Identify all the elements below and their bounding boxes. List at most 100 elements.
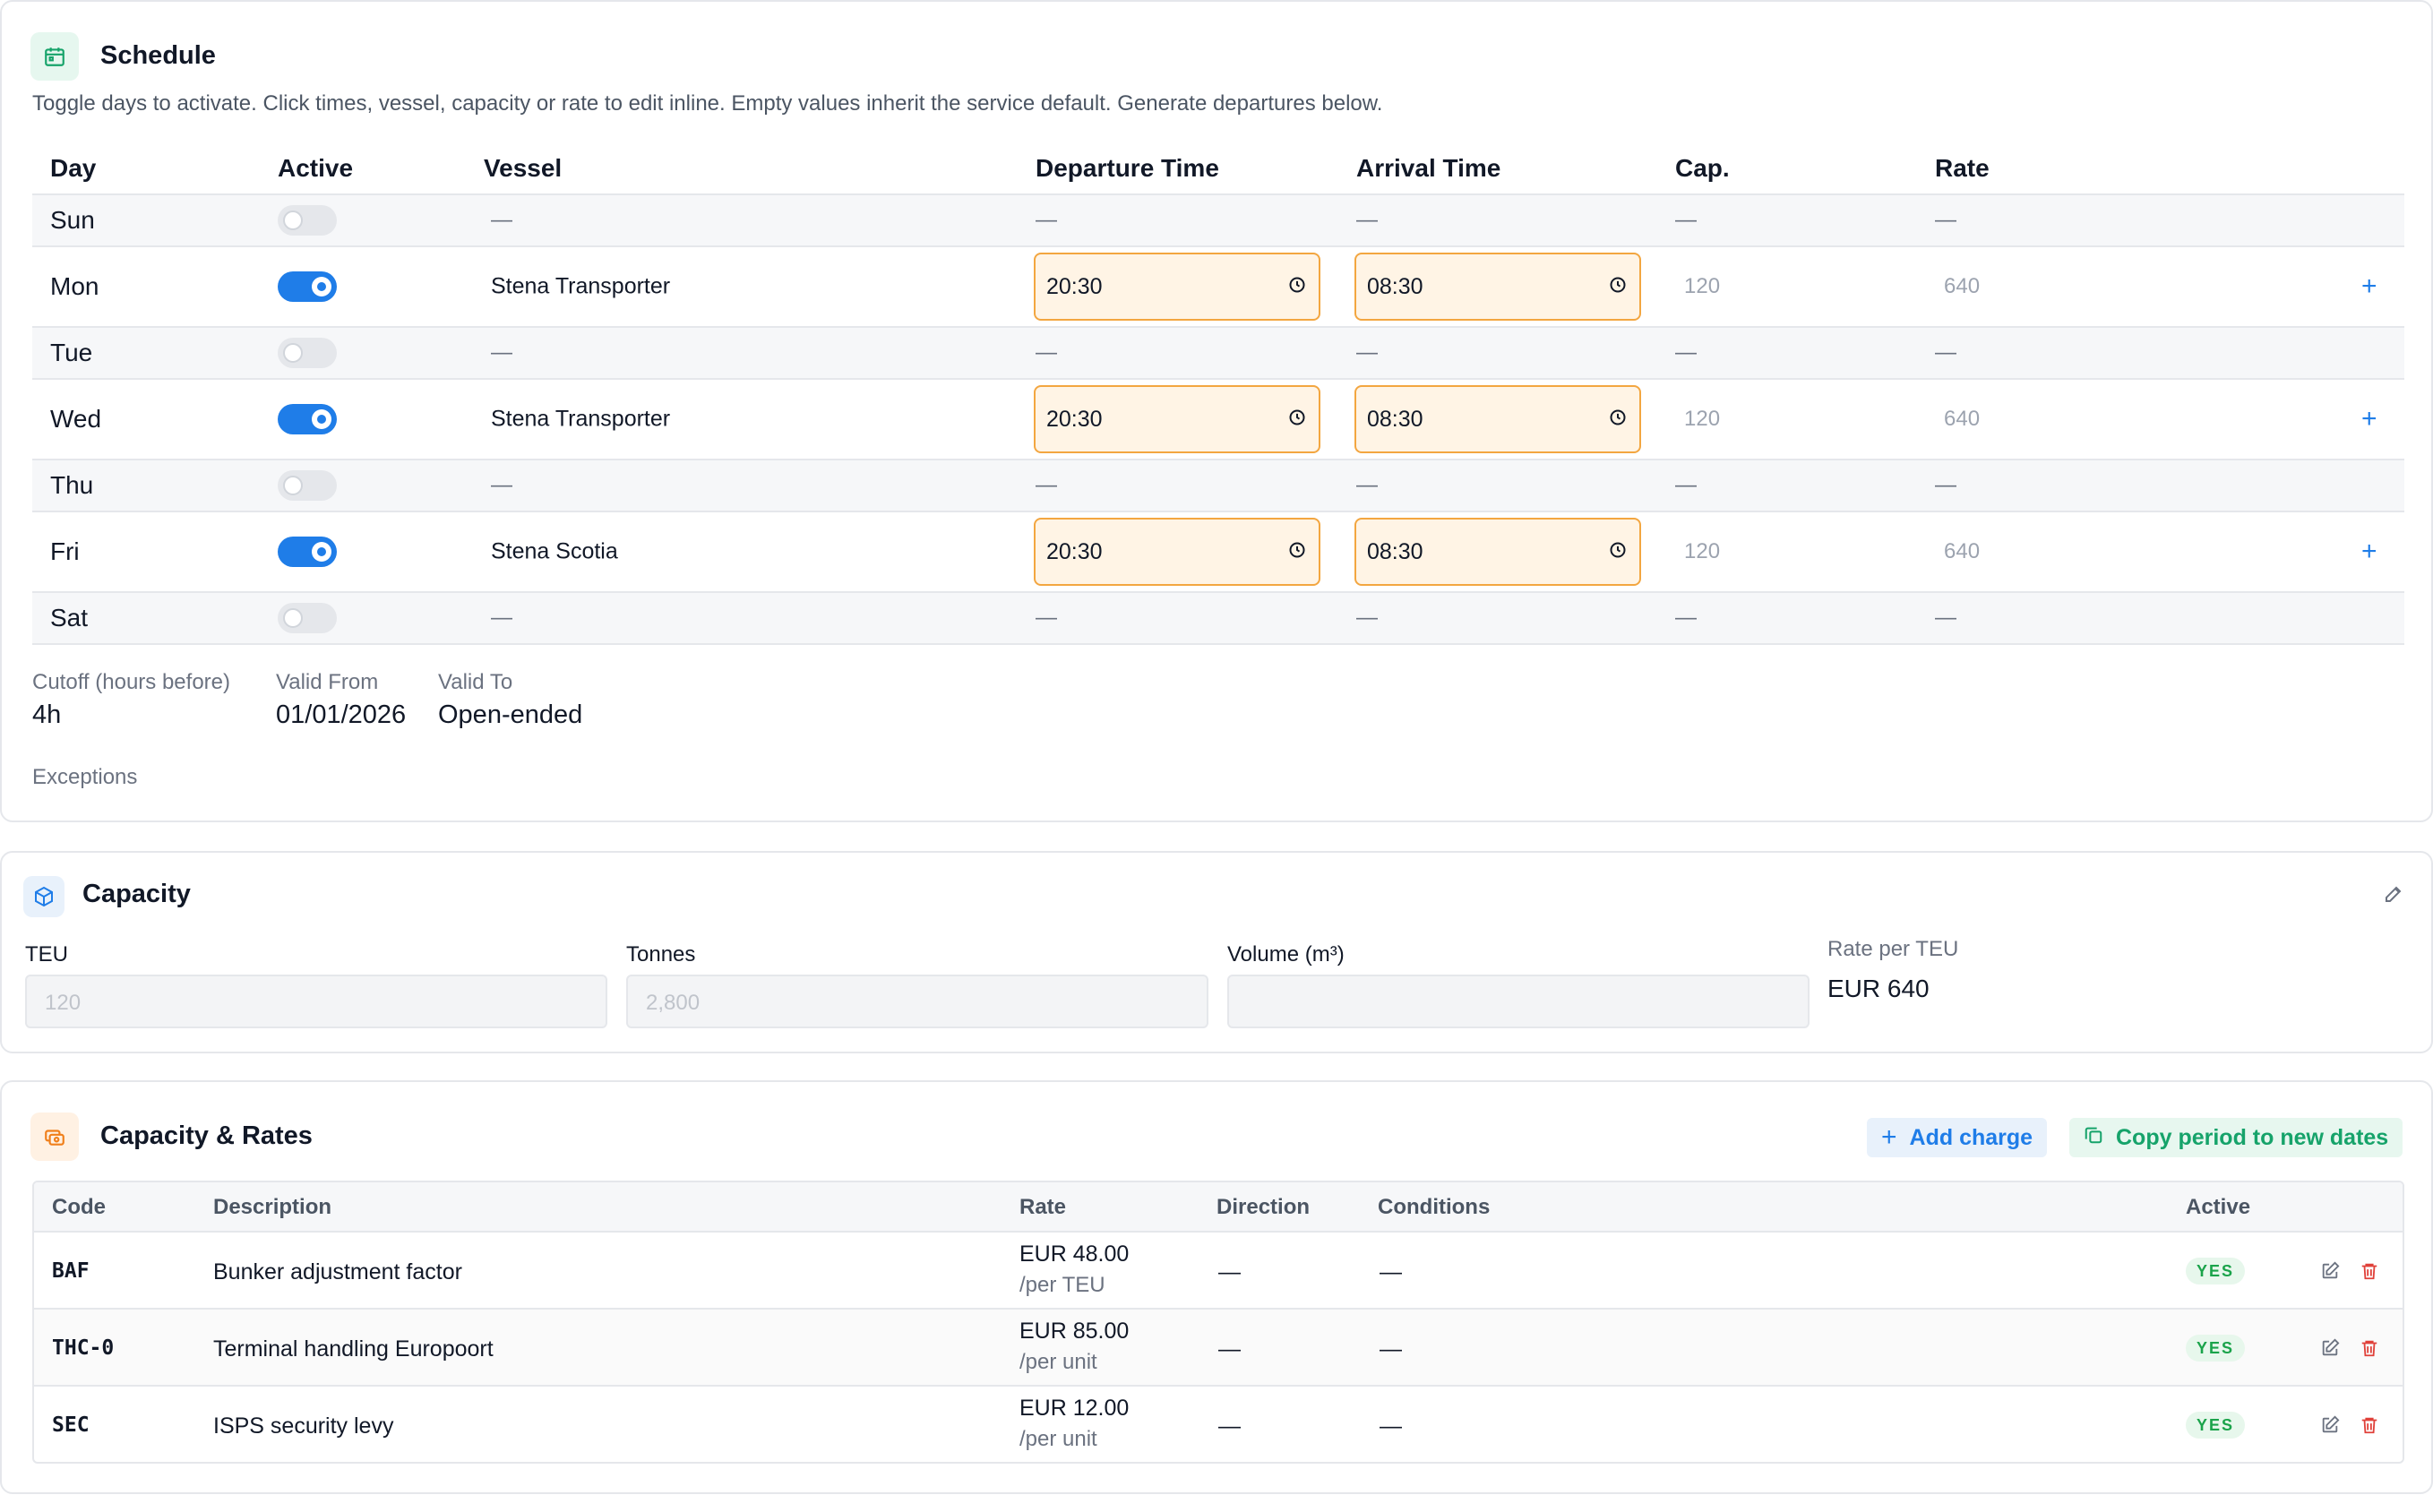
active-toggle[interactable] [278,404,337,434]
edit-icon[interactable] [2317,1412,2343,1439]
departure-time-input[interactable]: 20:30 [1034,518,1320,586]
charge-code: BAF [52,1259,90,1283]
col-description: Description [213,1195,332,1219]
empty-dash: — [1356,473,1378,497]
teu-input[interactable]: 120 [25,975,607,1028]
add-charge-button[interactable]: + Add charge [1867,1118,2048,1157]
add-plus-icon[interactable]: + [2361,537,2377,567]
col-cap: Cap. [1675,154,1730,182]
active-toggle[interactable] [278,537,337,567]
charge-rate: EUR 48.00 /per TEU [1019,1241,1129,1298]
vessel-name[interactable]: Stena Transporter [491,407,670,433]
charge-rate-amount: EUR 12.00 [1019,1396,1130,1421]
rate-value[interactable]: 640 [1944,539,1980,564]
schedule-card: Schedule Toggle days to activate. Click … [0,0,2433,822]
calendar-icon [30,32,79,81]
charge-rate: EUR 12.00 /per unit [1019,1396,1129,1452]
vessel-name[interactable]: Stena Scotia [491,539,618,565]
rates-title: Capacity & Rates [100,1121,313,1150]
empty-dash: — [1036,208,1057,232]
empty-dash: — [1675,340,1697,365]
active-badge: YES [2186,1335,2245,1362]
rate-per-teu-label: Rate per TEU [1827,937,1959,961]
col-active: Active [2186,1195,2251,1219]
charge-direction: — [1218,1259,1241,1284]
empty-dash: — [1356,606,1378,630]
charges-table-header: Code Description Rate Direction Conditio… [34,1182,2403,1233]
schedule-subtitle: Toggle days to activate. Click times, ve… [32,91,1383,116]
schedule-table-header: Day Active Vessel Departure Time Arrival… [32,150,2404,195]
active-toggle[interactable] [278,271,337,302]
charge-rate-amount: EUR 85.00 [1019,1319,1130,1344]
trash-icon[interactable] [2356,1335,2383,1362]
box-icon [23,876,64,917]
trash-icon[interactable] [2356,1258,2383,1284]
empty-dash: — [1675,208,1697,232]
active-toggle[interactable] [278,603,337,633]
empty-dash: — [1935,606,1956,630]
empty-dash: — [1356,340,1378,365]
add-charge-label: Add charge [1909,1124,2033,1150]
tonnes-input[interactable]: 2,800 [626,975,1208,1028]
rate-per-teu-value: EUR 640 [1827,975,1930,1002]
capacity-value[interactable]: 120 [1684,539,1720,564]
edit-icon[interactable] [2317,1258,2343,1284]
arrival-time-input[interactable]: 08:30 [1354,385,1641,453]
arrival-time-input[interactable]: 08:30 [1354,518,1641,586]
charge-rate-unit: /per TEU [1019,1273,1105,1297]
clock-icon [1288,539,1306,565]
day-label: Mon [50,272,99,300]
arrival-time-input[interactable]: 08:30 [1354,253,1641,321]
rate-value[interactable]: 640 [1944,274,1980,299]
departure-time-value: 20:30 [1046,273,1103,299]
schedule-row: Thu — — — — — [32,460,2404,512]
charge-row: THC-0 Terminal handling Europoort EUR 85… [34,1310,2403,1387]
copy-period-button[interactable]: Copy period to new dates [2069,1118,2403,1157]
capacity-edit-icon[interactable] [2383,883,2404,909]
copy-icon [2084,1125,2103,1151]
volume-input[interactable] [1227,975,1810,1028]
departure-time-input[interactable]: 20:30 [1034,253,1320,321]
vessel-name[interactable]: Stena Transporter [491,274,670,300]
schedule-row: Sun — — — — — [32,195,2404,247]
charge-direction: — [1218,1336,1241,1362]
edit-icon[interactable] [2317,1335,2343,1362]
active-badge: YES [2186,1258,2245,1284]
charge-direction: — [1218,1413,1241,1439]
departure-time-value: 20:30 [1046,406,1103,432]
active-toggle[interactable] [278,205,337,236]
exceptions-label: Exceptions [32,765,138,789]
capacity-value[interactable]: 120 [1684,407,1720,432]
schedule-row: Sat — — — — — [32,593,2404,645]
day-label: Wed [50,405,102,433]
valid-from-value[interactable]: 01/01/2026 [276,700,406,730]
departure-time-input[interactable]: 20:30 [1034,385,1320,453]
rate-value[interactable]: 640 [1944,407,1980,432]
add-plus-icon[interactable]: + [2361,271,2377,302]
capacity-value[interactable]: 120 [1684,274,1720,299]
charge-row: SEC ISPS security levy EUR 12.00 /per un… [34,1387,2403,1462]
empty-dash: — [1036,606,1057,630]
active-toggle[interactable] [278,338,337,368]
col-rate: Rate [1935,154,1990,182]
empty-dash: — [491,208,512,232]
cutoff-value[interactable]: 4h [32,700,61,730]
col-departure: Departure Time [1036,154,1219,182]
active-toggle[interactable] [278,470,337,501]
charge-code: THC-0 [52,1336,115,1360]
clock-icon [1288,274,1306,300]
departure-time-value: 20:30 [1046,538,1103,564]
charge-rate: EUR 85.00 /per unit [1019,1319,1129,1375]
col-rate: Rate [1019,1195,1067,1219]
empty-dash: — [1675,606,1697,630]
valid-to-label: Valid To [438,670,513,694]
empty-dash: — [1036,473,1057,497]
add-plus-icon[interactable]: + [2361,404,2377,434]
trash-icon[interactable] [2356,1412,2383,1439]
volume-label: Volume (m³) [1227,942,1345,966]
charge-rate-unit: /per unit [1019,1350,1097,1374]
empty-dash: — [1036,340,1057,365]
valid-to-value[interactable]: Open-ended [438,700,582,730]
charge-description: ISPS security levy [213,1413,394,1439]
charges-table: Code Description Rate Direction Conditio… [32,1181,2404,1464]
